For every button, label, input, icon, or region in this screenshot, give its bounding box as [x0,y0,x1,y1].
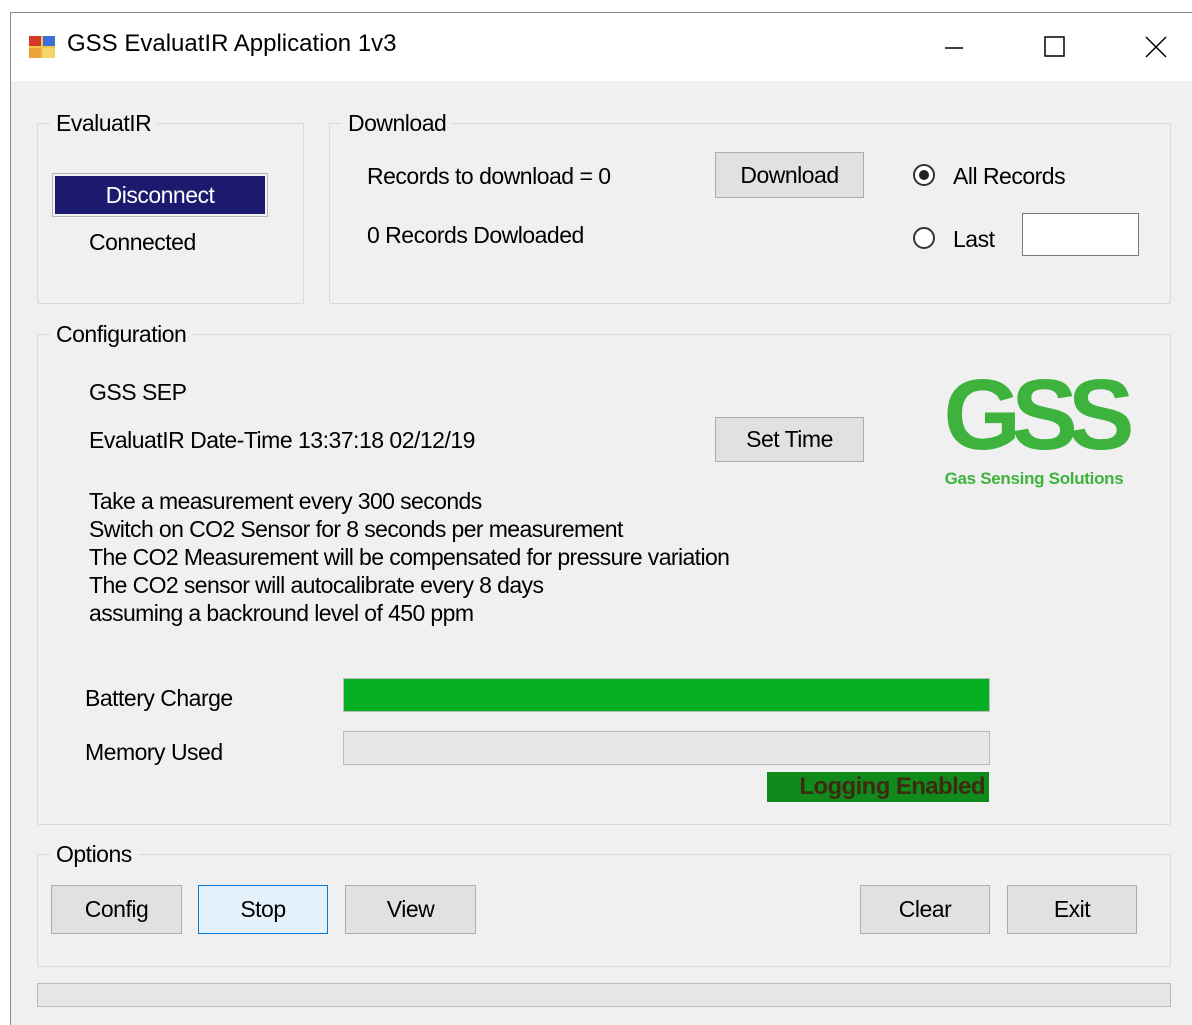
info-line: Take a measurement every 300 seconds [89,488,482,514]
all-records-label[interactable]: All Records [953,163,1066,190]
battery-progress-fill [344,679,989,711]
connection-status: Connected [89,229,196,255]
disconnect-button[interactable]: Disconnect [52,173,268,217]
title-bar[interactable]: GSS EvaluatIR Application 1v3 [11,13,1192,81]
options-legend: Options [50,841,138,868]
last-radio[interactable] [913,227,935,249]
exit-button[interactable]: Exit [1007,885,1137,934]
last-label[interactable]: Last [953,226,995,253]
stop-button[interactable]: Stop [198,885,328,934]
window-title: GSS EvaluatIR Application 1v3 [67,30,397,57]
device-name: GSS SEP [89,379,187,405]
device-datetime: EvaluatIR Date-Time 13:37:18 02/12/19 [89,427,475,453]
status-progress-bar [37,983,1171,1007]
set-time-button[interactable]: Set Time [715,417,864,462]
clear-button[interactable]: Clear [860,885,990,934]
info-line: assuming a backround level of 450 ppm [89,600,474,626]
memory-progress-bar [343,731,990,765]
last-count-input[interactable] [1022,213,1139,256]
battery-progress-bar [343,678,990,712]
records-to-download: Records to download = 0 [367,163,611,189]
info-line: The CO2 sensor will autocalibrate every … [89,572,544,598]
records-downloaded: 0 Records Dowloaded [367,222,584,248]
config-button[interactable]: Config [51,885,182,934]
download-button[interactable]: Download [715,152,864,198]
info-line: The CO2 Measurement will be compensated … [89,544,730,570]
maximize-icon[interactable] [1029,27,1079,67]
memory-label: Memory Used [85,739,223,765]
download-legend: Download [342,110,453,137]
close-icon[interactable] [1131,27,1181,67]
app-icon [29,36,55,58]
evaluatir-legend: EvaluatIR [50,110,158,137]
view-button[interactable]: View [345,885,476,934]
logging-status-badge: Logging Enabled [767,772,989,802]
gss-logo: GSS [943,359,1134,471]
battery-label: Battery Charge [85,685,233,711]
configuration-legend: Configuration [50,321,193,348]
app-window: GSS EvaluatIR Application 1v3 EvaluatIR … [10,12,1192,1025]
info-line: Switch on CO2 Sensor for 8 seconds per m… [89,516,623,542]
gss-logo-subtitle: Gas Sensing Solutions [944,469,1124,488]
all-records-radio[interactable] [913,164,935,186]
minimize-icon[interactable] [929,27,979,67]
